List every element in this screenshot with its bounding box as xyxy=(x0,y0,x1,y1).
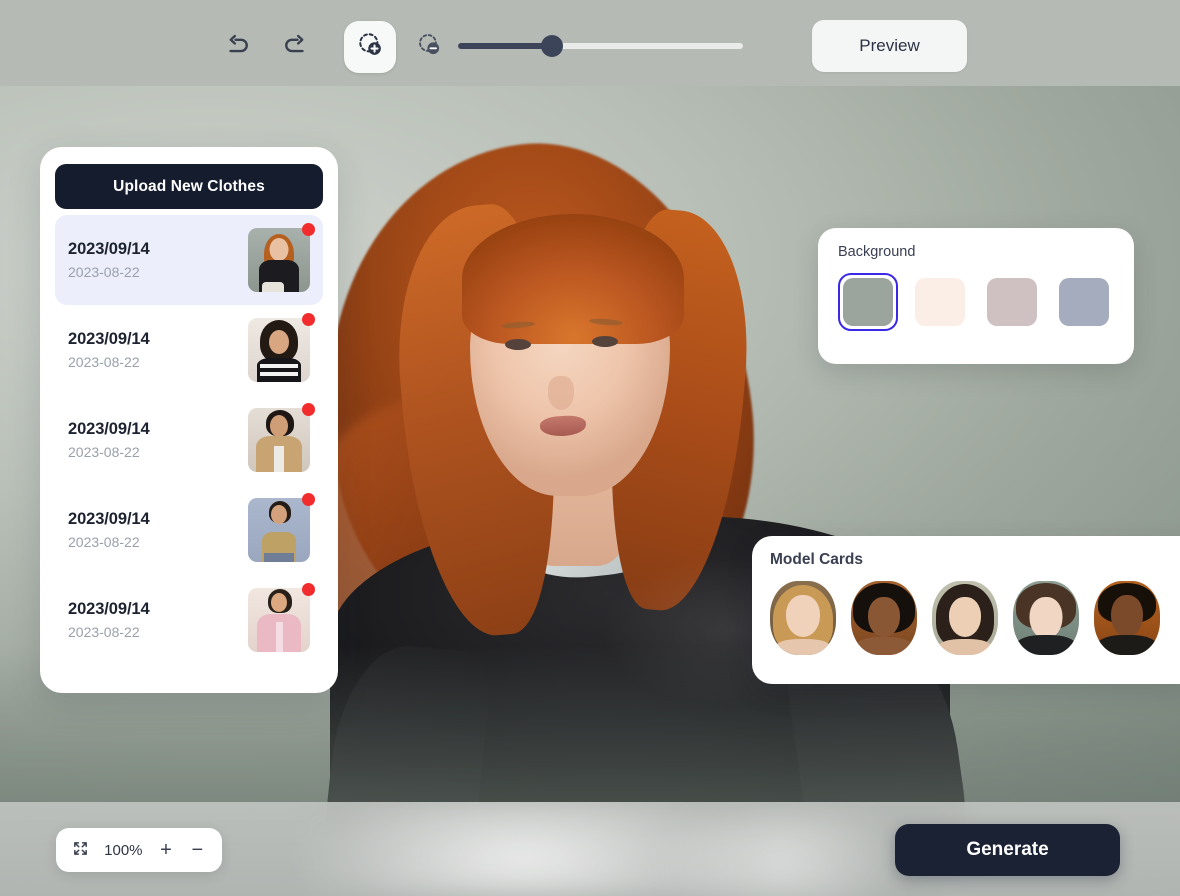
list-item-thumbnail[interactable] xyxy=(248,228,310,292)
model-cards-title: Model Cards xyxy=(770,551,864,568)
list-item-thumb-wrap xyxy=(248,403,315,472)
selection-subtract-tool-button[interactable] xyxy=(408,26,450,68)
list-item-thumbnail[interactable] xyxy=(248,588,310,652)
redo-button[interactable] xyxy=(273,24,317,68)
photo-hair-top xyxy=(462,214,684,344)
selection-add-icon xyxy=(357,31,384,63)
list-item-date: 2023-08-22 xyxy=(68,354,140,370)
list-item-title: 2023/09/14 xyxy=(68,240,150,258)
delete-badge[interactable] xyxy=(302,493,315,506)
clothes-list: 2023/09/14 2023-08-22 2023/09/14 2023-08… xyxy=(55,215,323,665)
list-item[interactable]: 2023/09/14 2023-08-22 xyxy=(55,305,323,395)
background-panel-title: Background xyxy=(838,244,916,260)
generate-button-label: Generate xyxy=(966,839,1049,860)
zoom-out-button[interactable]: − xyxy=(187,838,208,862)
list-item-title: 2023/09/14 xyxy=(68,420,150,438)
list-item-date: 2023-08-22 xyxy=(68,534,140,550)
background-swatch-list xyxy=(838,273,1114,331)
list-item-thumbnail[interactable] xyxy=(248,318,310,382)
list-item-text: 2023/09/14 2023-08-22 xyxy=(68,510,248,550)
list-item[interactable]: 2023/09/14 2023-08-22 xyxy=(55,215,323,305)
slider-thumb[interactable] xyxy=(541,35,563,57)
list-item-thumb-wrap xyxy=(248,583,315,652)
list-item-title: 2023/09/14 xyxy=(68,510,150,528)
list-item-thumbnail[interactable] xyxy=(248,498,310,562)
background-swatch-sage-gray[interactable] xyxy=(838,273,898,331)
list-item-text: 2023/09/14 2023-08-22 xyxy=(68,240,248,280)
list-item-thumbnail[interactable] xyxy=(248,408,310,472)
redo-icon xyxy=(280,31,310,61)
zoom-level-label: 100% xyxy=(104,841,143,859)
bottom-bar-blur-2 xyxy=(620,812,940,896)
background-swatch-dusty-mauve[interactable] xyxy=(982,273,1042,331)
list-item-thumb-wrap xyxy=(248,493,315,562)
delete-badge[interactable] xyxy=(302,313,315,326)
generate-button[interactable]: Generate xyxy=(895,824,1120,876)
swatch-color xyxy=(915,278,965,326)
model-card-5[interactable] xyxy=(1094,581,1160,655)
swatch-color xyxy=(1059,278,1109,326)
fit-to-screen-icon xyxy=(72,840,89,861)
upload-button-label: Upload New Clothes xyxy=(113,177,265,195)
zoom-in-button[interactable]: + xyxy=(155,838,176,862)
upload-new-clothes-button[interactable]: Upload New Clothes xyxy=(55,164,323,209)
fit-to-screen-button[interactable] xyxy=(70,838,91,862)
preview-button[interactable]: Preview xyxy=(812,20,967,72)
list-item-thumb-wrap xyxy=(248,313,315,382)
model-card-3[interactable] xyxy=(932,581,998,655)
background-panel: Background xyxy=(818,228,1134,364)
photo-nose xyxy=(548,376,574,410)
list-item-date: 2023-08-22 xyxy=(68,624,140,640)
list-item[interactable]: 2023/09/14 2023-08-22 xyxy=(55,395,323,485)
selection-subtract-icon xyxy=(417,32,442,62)
delete-badge[interactable] xyxy=(302,403,315,416)
photo-eye-right xyxy=(592,336,618,347)
top-toolbar: Preview xyxy=(0,0,1180,86)
list-item-text: 2023/09/14 2023-08-22 xyxy=(68,330,248,370)
selection-add-tool-button[interactable] xyxy=(344,21,396,73)
undo-icon xyxy=(223,31,253,61)
model-cards-panel: Model Cards xyxy=(752,536,1180,684)
list-item-title: 2023/09/14 xyxy=(68,600,150,618)
list-item[interactable]: 2023/09/14 2023-08-22 xyxy=(55,575,323,665)
model-card-2[interactable] xyxy=(851,581,917,655)
list-item-text: 2023/09/14 2023-08-22 xyxy=(68,600,248,640)
slider-fill xyxy=(458,43,554,49)
list-item-date: 2023-08-22 xyxy=(68,444,140,460)
photo-eye-left xyxy=(505,339,531,350)
list-item-date: 2023-08-22 xyxy=(68,264,140,280)
preview-button-label: Preview xyxy=(859,36,920,55)
list-item-thumb-wrap xyxy=(248,223,315,292)
background-swatch-cream[interactable] xyxy=(910,273,970,331)
undo-button[interactable] xyxy=(216,24,260,68)
swatch-color xyxy=(843,278,893,326)
zoom-control: 100% + − xyxy=(56,828,222,872)
delete-badge[interactable] xyxy=(302,223,315,236)
list-item[interactable]: 2023/09/14 2023-08-22 xyxy=(55,485,323,575)
model-card-4[interactable] xyxy=(1013,581,1079,655)
list-item-title: 2023/09/14 xyxy=(68,330,150,348)
model-cards-list xyxy=(770,581,1180,655)
list-item-text: 2023/09/14 2023-08-22 xyxy=(68,420,248,460)
delete-badge[interactable] xyxy=(302,583,315,596)
swatch-color xyxy=(987,278,1037,326)
brush-size-slider[interactable] xyxy=(458,30,743,62)
model-card-1[interactable] xyxy=(770,581,836,655)
background-swatch-blue-gray[interactable] xyxy=(1054,273,1114,331)
clothes-panel: Upload New Clothes 2023/09/14 2023-08-22 xyxy=(40,147,338,693)
